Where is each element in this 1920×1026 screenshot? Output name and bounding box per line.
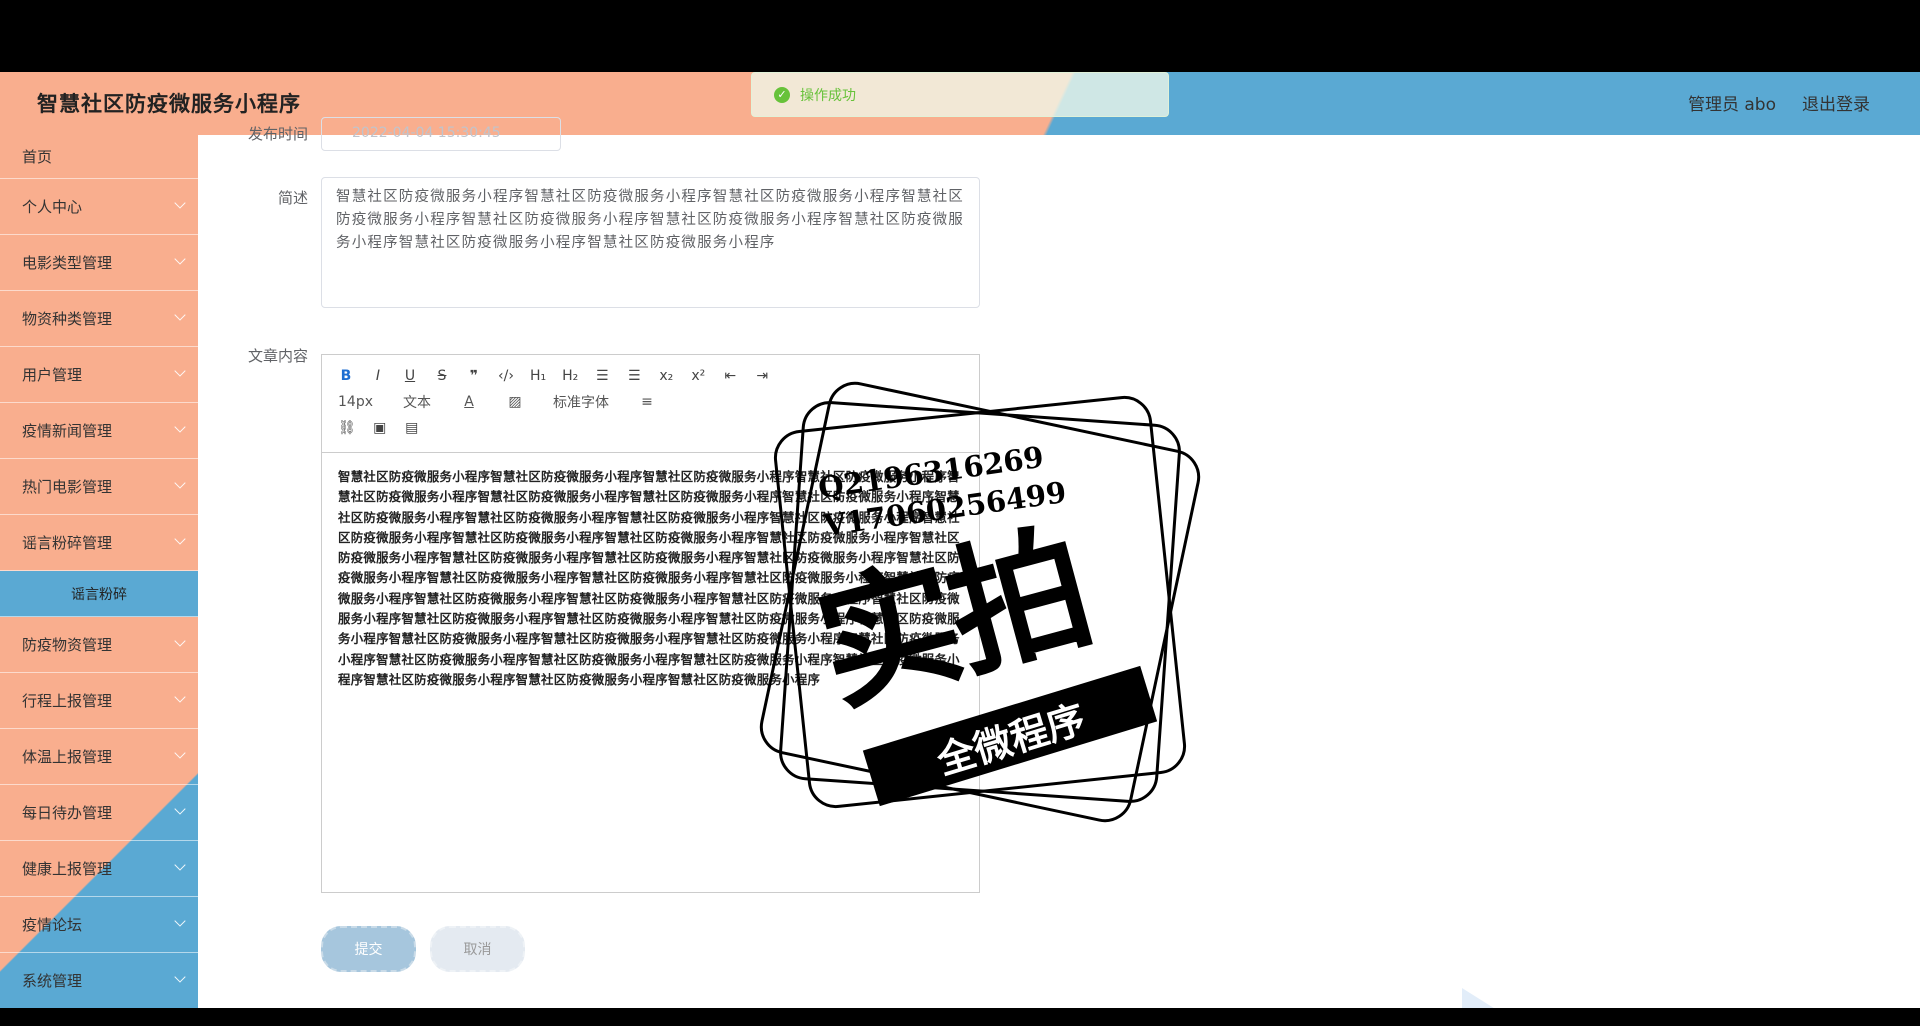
sidebar-item-label: 首页 bbox=[22, 148, 53, 166]
sidebar-item-movie-type[interactable]: 电影类型管理 bbox=[0, 235, 198, 291]
sidebar-item-personal-center[interactable]: 个人中心 bbox=[0, 179, 198, 235]
header-user-area: 管理员 abo 退出登录 bbox=[1688, 90, 1870, 115]
chevron-down-icon bbox=[174, 477, 186, 489]
underline-icon[interactable]: U bbox=[402, 368, 418, 384]
code-icon[interactable]: ‹/› bbox=[498, 368, 514, 384]
sidebar-item-supply-type[interactable]: 物资种类管理 bbox=[0, 291, 198, 347]
check-circle-icon: ✓ bbox=[774, 86, 790, 103]
summary-textarea[interactable]: 智慧社区防疫微服务小程序智慧社区防疫微服务小程序智慧社区防疫微服务小程序智慧社区… bbox=[321, 177, 980, 308]
header2-icon[interactable]: H₂ bbox=[562, 368, 578, 384]
sidebar-item-label: 行程上报管理 bbox=[22, 692, 113, 710]
toast-message: 操作成功 bbox=[800, 87, 856, 104]
sidebar-item-hot-movies[interactable]: 热门电影管理 bbox=[0, 459, 198, 515]
ordered-list-icon[interactable]: ☰ bbox=[594, 368, 610, 384]
chevron-down-icon bbox=[174, 635, 186, 647]
sidebar-item-label: 健康上报管理 bbox=[22, 860, 113, 878]
date-input[interactable]: 2022-04-04 15:30:45 bbox=[321, 117, 561, 151]
sidebar-item-health-report[interactable]: 健康上报管理 bbox=[0, 841, 198, 897]
chevron-down-icon bbox=[174, 859, 186, 871]
sidebar-subitem-rumor[interactable]: 谣言粉碎 bbox=[0, 571, 198, 617]
header1-icon[interactable]: H₁ bbox=[530, 368, 546, 384]
font-color-icon[interactable]: A bbox=[461, 394, 477, 410]
link-icon[interactable]: ⛓ bbox=[338, 420, 356, 436]
chevron-down-icon bbox=[174, 747, 186, 759]
sidebar-item-supplies[interactable]: 防疫物资管理 bbox=[0, 617, 198, 673]
sidebar-item-system[interactable]: 系统管理 bbox=[0, 953, 198, 1008]
app-window: 智慧社区防疫微服务小程序 ✓ 操作成功 管理员 abo 退出登录 首页 个人中心… bbox=[0, 72, 1920, 1008]
admin-user-label: 管理员 abo bbox=[1687, 95, 1776, 115]
rich-text-editor: B I U S ❞ ‹/› H₁ H₂ ☰ ☰ x₂ x² ⇤ ⇥ 14px 文… bbox=[321, 354, 980, 893]
chevron-down-icon bbox=[174, 803, 186, 815]
italic-icon[interactable]: I bbox=[370, 368, 386, 384]
sidebar-item-users[interactable]: 用户管理 bbox=[0, 347, 198, 403]
align-icon[interactable]: ≡ bbox=[639, 394, 655, 410]
blockquote-icon[interactable]: ❞ bbox=[466, 368, 482, 384]
sidebar-item-daily-todo[interactable]: 每日待办管理 bbox=[0, 785, 198, 841]
submit-button[interactable]: 提交 bbox=[321, 926, 416, 972]
letterbox-top bbox=[0, 0, 1920, 72]
chevron-down-icon bbox=[174, 915, 186, 927]
editor-content[interactable]: 智慧社区防疫微服务小程序智慧社区防疫微服务小程序智慧社区防疫微服务小程序智慧社区… bbox=[322, 453, 979, 704]
sidebar-item-label: 用户管理 bbox=[22, 366, 83, 384]
sidebar-item-label: 每日待办管理 bbox=[22, 804, 113, 822]
sidebar-item-rumor-management[interactable]: 谣言粉碎管理 bbox=[0, 515, 198, 571]
chevron-down-icon bbox=[174, 197, 186, 209]
chevron-down-icon bbox=[174, 421, 186, 433]
image-icon[interactable]: ▣ bbox=[372, 420, 388, 436]
sidebar-item-label: 谣言粉碎管理 bbox=[22, 534, 113, 552]
sidebar-item-label: 物资种类管理 bbox=[22, 310, 113, 328]
summary-label: 简述 bbox=[277, 189, 308, 207]
bullet-list-icon[interactable]: ☰ bbox=[626, 368, 642, 384]
sidebar-item-label: 疫情论坛 bbox=[22, 916, 83, 934]
cancel-button[interactable]: 取消 bbox=[430, 926, 525, 972]
content-label: 文章内容 bbox=[247, 347, 308, 365]
background-color-icon[interactable]: ▨ bbox=[507, 394, 523, 410]
sidebar-item-trip-report[interactable]: 行程上报管理 bbox=[0, 673, 198, 729]
paragraph-select[interactable]: 文本 bbox=[403, 392, 431, 412]
main-form-area: 发布时间 2022-04-04 15:30:45 简述 智慧社区防疫微服务小程序… bbox=[198, 117, 1920, 1008]
chevron-down-icon bbox=[174, 691, 186, 703]
date-label: 发布时间 bbox=[247, 125, 308, 143]
chevron-down-icon bbox=[174, 309, 186, 321]
sidebar-item-label: 体温上报管理 bbox=[22, 748, 113, 766]
video-icon[interactable]: ▤ bbox=[404, 420, 420, 436]
sidebar-item-label: 个人中心 bbox=[22, 198, 83, 216]
sidebar-item-label: 电影类型管理 bbox=[22, 254, 113, 272]
bold-icon[interactable]: B bbox=[338, 368, 354, 384]
font-size-select[interactable]: 14px bbox=[338, 394, 373, 410]
chevron-down-icon bbox=[174, 365, 186, 377]
superscript-icon[interactable]: x² bbox=[690, 368, 706, 384]
sidebar: 首页 个人中心 电影类型管理 物资种类管理 用户管理 疫情新闻管理 热门电影管理… bbox=[0, 135, 198, 1008]
sidebar-item-home[interactable]: 首页 bbox=[0, 135, 198, 179]
letterbox-bottom bbox=[0, 1008, 1920, 1026]
sidebar-item-forum[interactable]: 疫情论坛 bbox=[0, 897, 198, 953]
font-family-select[interactable]: 标准字体 bbox=[553, 392, 609, 412]
chevron-down-icon bbox=[174, 971, 186, 983]
sidebar-item-label: 热门电影管理 bbox=[22, 478, 113, 496]
logout-button[interactable]: 退出登录 bbox=[1802, 90, 1870, 115]
success-toast: ✓ 操作成功 bbox=[751, 72, 1169, 117]
sidebar-item-temperature-report[interactable]: 体温上报管理 bbox=[0, 729, 198, 785]
chevron-down-icon bbox=[174, 253, 186, 265]
sidebar-item-label: 疫情新闻管理 bbox=[22, 422, 113, 440]
app-title: 智慧社区防疫微服务小程序 bbox=[37, 92, 301, 116]
sidebar-item-epidemic-news[interactable]: 疫情新闻管理 bbox=[0, 403, 198, 459]
corner-logo-icon bbox=[1462, 988, 1494, 1008]
strikethrough-icon[interactable]: S bbox=[434, 368, 450, 384]
outdent-icon[interactable]: ⇤ bbox=[722, 368, 738, 384]
subscript-icon[interactable]: x₂ bbox=[658, 368, 674, 384]
chevron-down-icon bbox=[174, 533, 186, 545]
editor-toolbar: B I U S ❞ ‹/› H₁ H₂ ☰ ☰ x₂ x² ⇤ ⇥ 14px 文… bbox=[322, 355, 979, 453]
sidebar-item-label: 防疫物资管理 bbox=[22, 636, 113, 654]
indent-icon[interactable]: ⇥ bbox=[754, 368, 770, 384]
sidebar-item-label: 系统管理 bbox=[22, 972, 83, 990]
